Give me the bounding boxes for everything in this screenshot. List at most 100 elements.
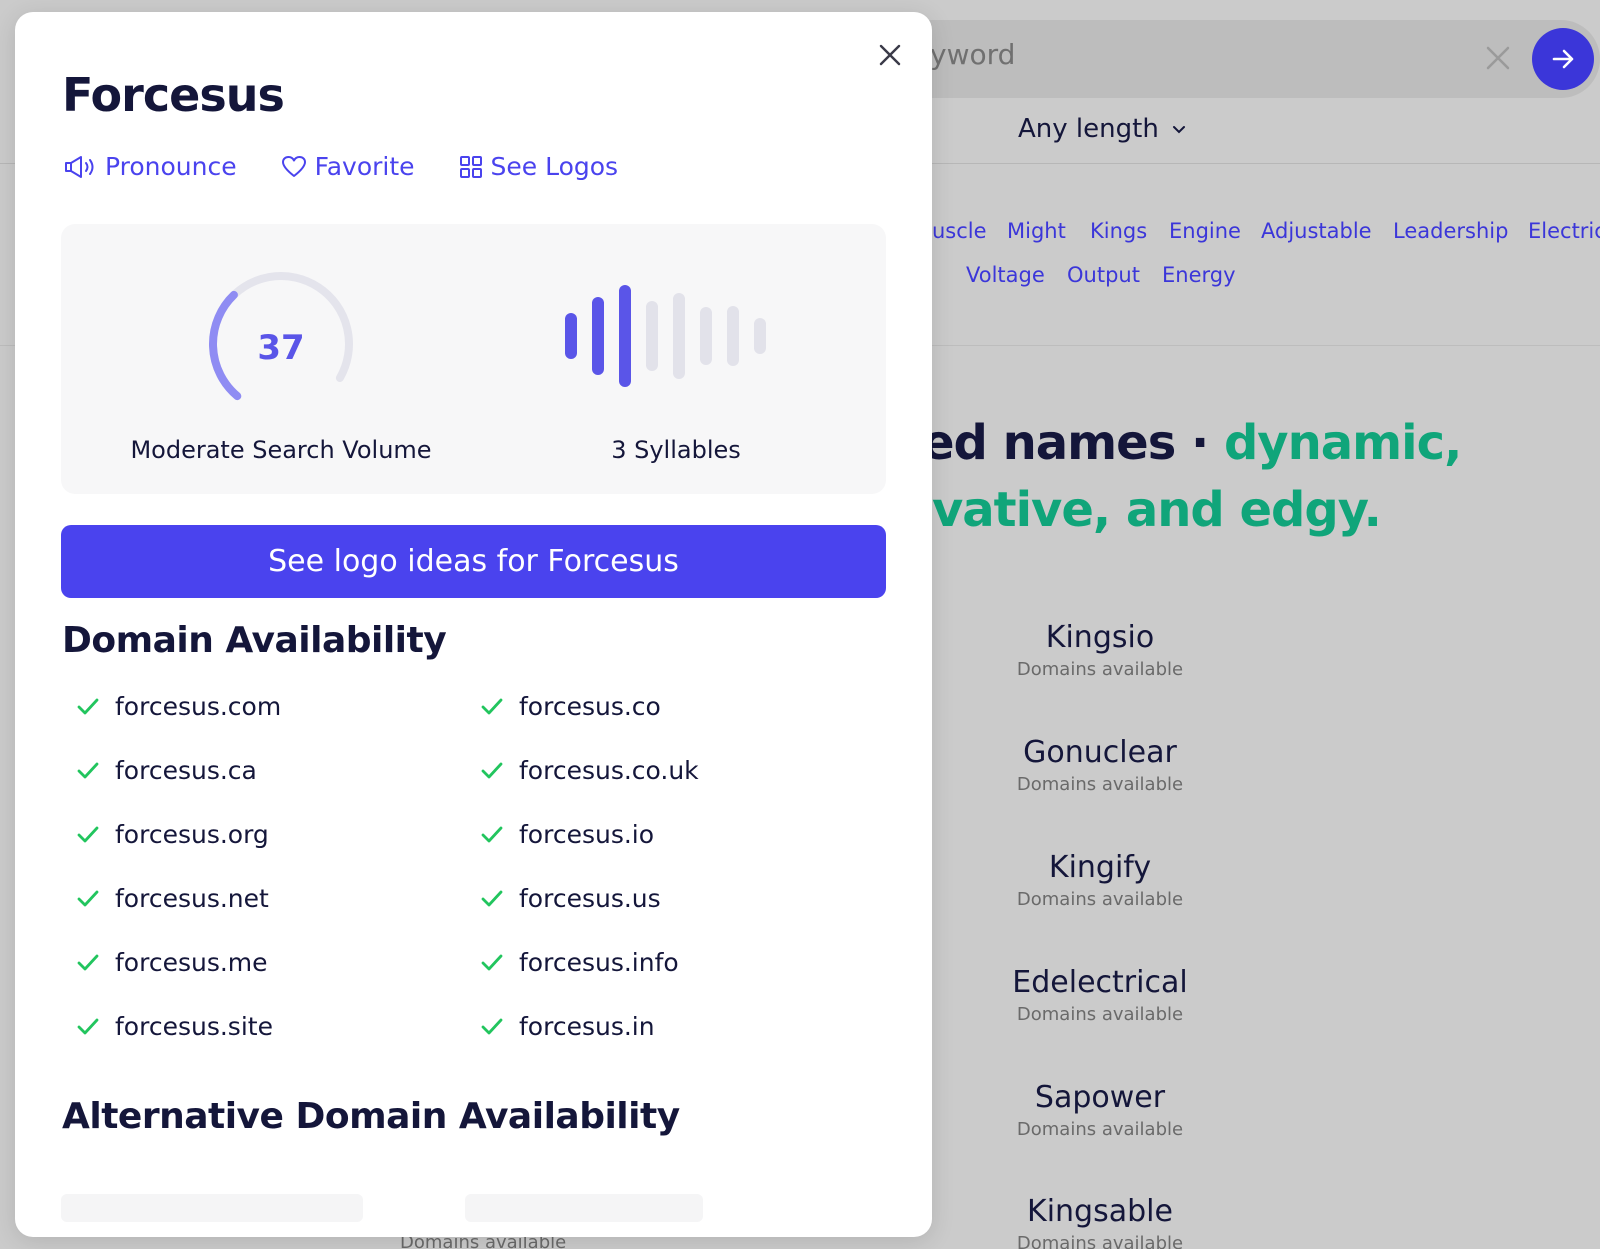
domain-row[interactable]: forcesus.site	[75, 1012, 273, 1041]
domain-row[interactable]: forcesus.co	[479, 692, 661, 721]
results-heading-line1: ted names · dynamic,	[900, 415, 1462, 471]
domain-name: forcesus.in	[519, 1012, 655, 1041]
result-sub: Domains available	[1016, 1233, 1184, 1249]
pronounce-button[interactable]: Pronounce	[63, 152, 237, 181]
result-sub: Domains available	[1016, 889, 1184, 910]
domain-row[interactable]: forcesus.me	[75, 948, 268, 977]
domain-availability-title: Domain Availability	[62, 620, 447, 661]
results-heading-dark: ted names	[900, 415, 1176, 471]
check-icon	[481, 762, 503, 778]
favorite-label: Favorite	[314, 152, 415, 181]
modal-actions: Pronounce Favorite See Logos	[63, 152, 618, 181]
favorite-button[interactable]: Favorite	[281, 152, 415, 181]
result-name: Kingsio	[1045, 620, 1155, 655]
result-sub: Domains available	[1016, 1119, 1184, 1140]
check-icon	[481, 698, 503, 714]
result-item[interactable]: Sapower Domains available	[1000, 1080, 1200, 1140]
result-item[interactable]: Kingsio Domains available	[1000, 620, 1200, 680]
search-input-text[interactable]: yword	[930, 38, 1015, 71]
result-name: Gonuclear	[1023, 735, 1177, 770]
length-select[interactable]: Any length	[1018, 114, 1187, 144]
search-volume-label: Moderate Search Volume	[130, 436, 432, 464]
result-sub: Domains available	[1016, 1004, 1184, 1025]
see-logos-label: See Logos	[490, 152, 619, 181]
keyword-tag[interactable]: Energy	[1162, 263, 1236, 287]
domain-name: forcesus.com	[115, 692, 282, 721]
results-heading-green-line2: ovative, and edgy.	[900, 482, 1382, 538]
keyword-tag[interactable]: uscle	[932, 219, 987, 243]
keyword-tag[interactable]: Voltage	[966, 263, 1045, 287]
see-logo-ideas-button[interactable]: See logo ideas for Forcesus	[61, 525, 886, 598]
domain-name: forcesus.site	[115, 1012, 273, 1041]
search-submit-button[interactable]	[1532, 28, 1594, 90]
domain-name: forcesus.io	[519, 820, 655, 849]
result-item[interactable]: Gonuclear Domains available	[1000, 735, 1200, 795]
close-icon[interactable]	[875, 40, 905, 70]
see-logos-button[interactable]: See Logos	[459, 152, 619, 181]
length-select-value: Any length	[1018, 114, 1159, 144]
result-name: Kingify	[1048, 850, 1152, 885]
alternative-domain-title: Alternative Domain Availability	[62, 1096, 680, 1137]
megaphone-icon	[65, 155, 94, 178]
keyword-tag[interactable]: Engine	[1169, 219, 1241, 243]
result-name: Kingsable	[1027, 1194, 1173, 1229]
check-icon	[77, 890, 99, 906]
syllable-bar-inactive	[673, 293, 685, 379]
loading-placeholder	[61, 1194, 363, 1222]
results-heading-separator: ·	[1175, 415, 1224, 471]
domain-row[interactable]: forcesus.co.uk	[479, 756, 699, 785]
result-name: Sapower	[1034, 1080, 1166, 1115]
domain-name: forcesus.us	[519, 884, 661, 913]
domain-row[interactable]: forcesus.us	[479, 884, 661, 913]
syllable-bar-inactive	[700, 307, 712, 365]
domain-name: forcesus.ca	[115, 756, 257, 785]
domain-name: forcesus.co.uk	[519, 756, 699, 785]
modal-title: Forcesus	[62, 68, 285, 122]
syllable-bar-inactive	[754, 318, 766, 354]
domain-row[interactable]: forcesus.org	[75, 820, 269, 849]
domain-row[interactable]: forcesus.io	[479, 820, 654, 849]
check-icon	[481, 1018, 503, 1034]
clear-search-icon[interactable]	[1484, 44, 1512, 72]
check-icon	[481, 890, 503, 906]
keyword-tag[interactable]: Might	[1007, 219, 1066, 243]
keyword-tag[interactable]: Adjustable	[1261, 219, 1372, 243]
heart-icon	[281, 155, 306, 177]
result-sub: Domains available	[1016, 774, 1184, 795]
chevron-down-icon	[1172, 126, 1185, 134]
domain-name: forcesus.co	[519, 692, 661, 721]
check-icon	[77, 1018, 99, 1034]
domain-row[interactable]: forcesus.info	[479, 948, 679, 977]
keyword-tag[interactable]: Kings	[1090, 219, 1147, 243]
domain-row[interactable]: forcesus.in	[479, 1012, 655, 1041]
result-item[interactable]: Kingsable Domains available	[1000, 1194, 1200, 1249]
syllable-bar-active	[592, 297, 604, 375]
syllable-bar-inactive	[727, 306, 739, 366]
syllables-waveform	[565, 285, 766, 387]
loading-placeholder	[465, 1194, 703, 1222]
keyword-tag[interactable]: Output	[1067, 263, 1140, 287]
name-detail-modal: Forcesus Pronounce Favorite See Logos 37…	[15, 12, 932, 1237]
domain-name: forcesus.org	[115, 820, 269, 849]
check-icon	[77, 698, 99, 714]
domain-row[interactable]: forcesus.net	[75, 884, 269, 913]
result-sub: Domains available	[1016, 659, 1184, 680]
result-item[interactable]: Kingify Domains available	[1000, 850, 1200, 910]
domain-row[interactable]: forcesus.com	[75, 692, 281, 721]
check-icon	[481, 954, 503, 970]
grid-icon	[459, 155, 482, 178]
domain-name: forcesus.info	[519, 948, 679, 977]
check-icon	[77, 762, 99, 778]
check-icon	[77, 954, 99, 970]
pronounce-label: Pronounce	[105, 152, 237, 181]
keyword-tag[interactable]: Leadership	[1393, 219, 1508, 243]
keyword-tag[interactable]: Electric	[1528, 219, 1600, 243]
arrow-right-icon	[1552, 49, 1574, 69]
syllable-bar-active	[565, 313, 577, 359]
domain-row[interactable]: forcesus.ca	[75, 756, 257, 785]
search-volume-value: 37	[257, 328, 305, 368]
result-name: Edelectrical	[1012, 965, 1188, 1000]
result-item[interactable]: Edelectrical Domains available	[1000, 965, 1200, 1025]
results-heading-green: dynamic,	[1223, 415, 1462, 471]
domain-name: forcesus.net	[115, 884, 269, 913]
